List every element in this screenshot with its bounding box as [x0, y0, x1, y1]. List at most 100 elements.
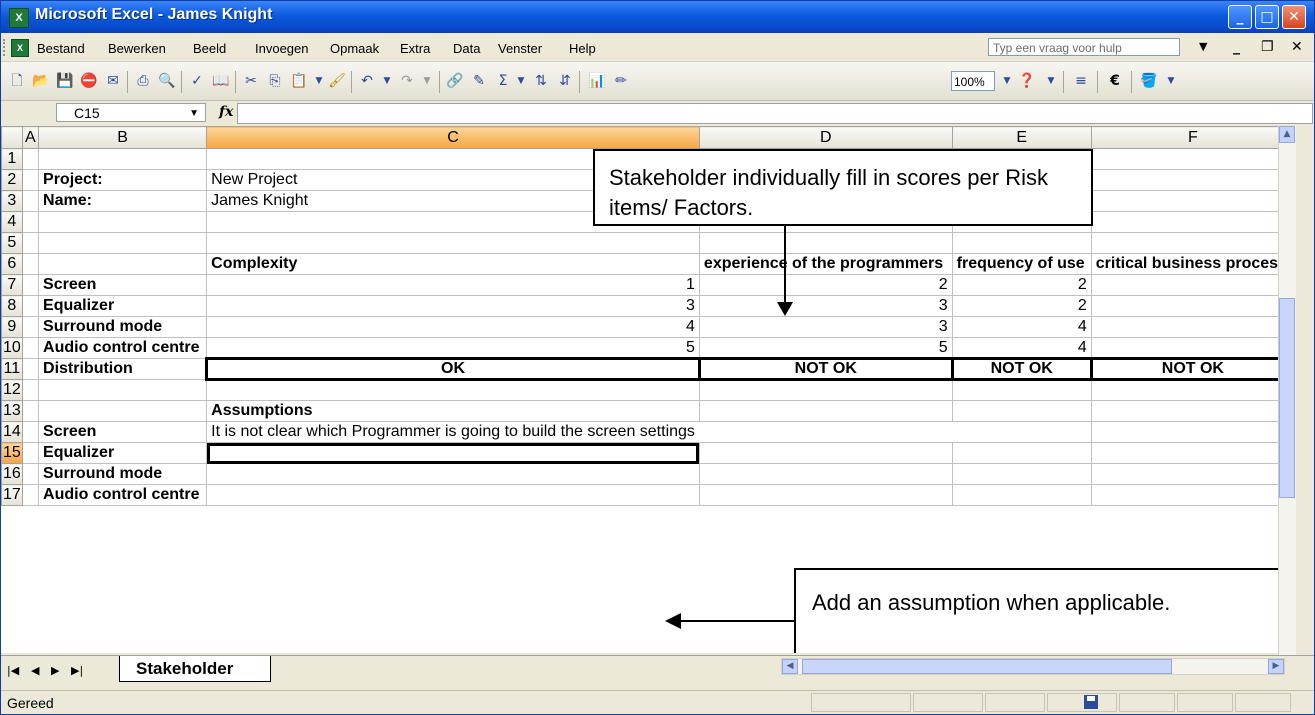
- cell[interactable]: [698, 232, 953, 254]
- cell[interactable]: [698, 400, 953, 422]
- row-header[interactable]: 11: [1, 358, 23, 380]
- autosum-dropdown-icon[interactable]: ▼: [511, 72, 531, 90]
- row-header[interactable]: 3: [1, 190, 23, 212]
- assumption-item-cell[interactable]: Surround mode: [38, 463, 208, 485]
- score-cell[interactable]: 4: [951, 337, 1092, 359]
- format-painter-icon[interactable]: 🖌: [327, 72, 347, 90]
- column-header-b[interactable]: B: [38, 126, 208, 149]
- scroll-right-button[interactable]: ▶: [1268, 659, 1284, 674]
- fill-color-icon[interactable]: 🪣: [1139, 72, 1159, 90]
- score-cell[interactable]: 5: [206, 337, 700, 359]
- row-header[interactable]: 14: [1, 421, 23, 443]
- cell[interactable]: [1090, 442, 1296, 464]
- redo-dropdown-icon[interactable]: ▼: [417, 72, 437, 90]
- distribution-cell[interactable]: NOT OK: [697, 357, 954, 381]
- menu-data[interactable]: Data: [453, 41, 480, 56]
- menu-bewerken[interactable]: Bewerken: [108, 41, 166, 56]
- cell[interactable]: [698, 463, 953, 485]
- menu-bestand[interactable]: Bestand: [37, 41, 85, 56]
- sort-desc-icon[interactable]: ⇵: [555, 72, 575, 90]
- cell[interactable]: [698, 442, 953, 464]
- cell[interactable]: [21, 400, 40, 422]
- help-search-input[interactable]: Typ een vraag voor hulp: [988, 38, 1180, 56]
- drawing-icon[interactable]: ✏: [611, 72, 631, 90]
- score-cell[interactable]: 1: [206, 274, 700, 296]
- score-cell[interactable]: 1: [1090, 274, 1296, 296]
- row-header[interactable]: 12: [1, 379, 23, 401]
- autosum-icon[interactable]: Σ: [493, 72, 513, 90]
- euro-icon[interactable]: €: [1105, 72, 1125, 90]
- score-cell[interactable]: 2: [1090, 316, 1296, 338]
- column-header-e[interactable]: E: [951, 126, 1092, 149]
- fill-color-dropdown-icon[interactable]: ▼: [1161, 72, 1181, 90]
- align-icon[interactable]: ≡: [1071, 72, 1091, 90]
- cell[interactable]: [21, 379, 40, 401]
- distribution-cell[interactable]: OK: [205, 357, 701, 381]
- column-header-d[interactable]: D: [698, 126, 953, 149]
- assumptions-header-cell[interactable]: Assumptions: [206, 400, 700, 422]
- research-icon[interactable]: 📖: [211, 72, 231, 90]
- prev-sheet-icon[interactable]: ◀: [31, 664, 39, 677]
- close-button[interactable]: ✕: [1282, 5, 1306, 29]
- cell[interactable]: [21, 316, 40, 338]
- cell[interactable]: [206, 232, 700, 254]
- column-header-f[interactable]: F: [1090, 126, 1296, 149]
- row-header[interactable]: 8: [1, 295, 23, 317]
- row-header[interactable]: 4: [1, 211, 23, 233]
- risk-item-cell[interactable]: Screen: [38, 274, 208, 296]
- open-icon[interactable]: 📂: [31, 72, 51, 90]
- excel-icon[interactable]: X: [9, 8, 29, 28]
- paste-icon[interactable]: 📋: [289, 72, 309, 90]
- cell[interactable]: [952, 421, 1092, 443]
- cell[interactable]: [951, 379, 1092, 401]
- minimize-button[interactable]: _: [1228, 5, 1252, 29]
- assumption-item-cell[interactable]: Audio control centre: [38, 484, 208, 506]
- cell[interactable]: [21, 337, 40, 359]
- doc-minimize-button[interactable]: _: [1233, 39, 1240, 55]
- cell[interactable]: [698, 379, 953, 401]
- cell[interactable]: [38, 400, 208, 422]
- cell[interactable]: [206, 484, 700, 506]
- row-header[interactable]: 2: [1, 169, 23, 191]
- score-cell[interactable]: 3: [698, 295, 953, 317]
- distribution-label-cell[interactable]: Distribution: [38, 358, 208, 380]
- worksheet-grid[interactable]: A B C D E F 1 2 Project: New Project 3 N…: [1, 126, 1296, 653]
- column-header-c[interactable]: C: [206, 126, 700, 149]
- paste-dropdown-icon[interactable]: ▼: [309, 72, 329, 90]
- cell[interactable]: [1090, 400, 1296, 422]
- name-box[interactable]: C15 ▼: [56, 103, 206, 122]
- cell[interactable]: [206, 379, 700, 401]
- cell[interactable]: [21, 211, 40, 233]
- cell[interactable]: [698, 484, 953, 506]
- factor-header-cell[interactable]: critical business process: [1090, 253, 1296, 275]
- vertical-scrollbar[interactable]: ▲: [1278, 126, 1296, 655]
- menu-opmaak[interactable]: Opmaak: [330, 41, 379, 56]
- risk-item-cell[interactable]: Equalizer: [38, 295, 208, 317]
- distribution-cell[interactable]: NOT OK: [950, 357, 1093, 381]
- score-cell[interactable]: 4: [206, 316, 700, 338]
- cell[interactable]: [1090, 169, 1296, 191]
- undo-dropdown-icon[interactable]: ▼: [377, 72, 397, 90]
- scroll-left-button[interactable]: ◀: [782, 659, 798, 674]
- cell[interactable]: [951, 463, 1092, 485]
- cell[interactable]: [21, 274, 40, 296]
- cell[interactable]: [21, 148, 40, 170]
- menu-extra[interactable]: Extra: [400, 41, 430, 56]
- cell[interactable]: [21, 421, 40, 443]
- risk-item-cell[interactable]: Audio control centre: [38, 337, 208, 359]
- risk-item-cell[interactable]: Surround mode: [38, 316, 208, 338]
- cell[interactable]: [1090, 190, 1296, 212]
- spelling-icon[interactable]: ✓: [187, 72, 207, 90]
- document-icon[interactable]: X: [11, 39, 29, 57]
- select-all-corner[interactable]: [1, 126, 23, 149]
- row-header[interactable]: 9: [1, 316, 23, 338]
- name-box-dropdown-icon[interactable]: ▼: [189, 104, 199, 123]
- email-icon[interactable]: ✉: [103, 72, 123, 90]
- assumption-item-cell[interactable]: Equalizer: [38, 442, 208, 464]
- doc-restore-button[interactable]: ❐: [1261, 39, 1274, 55]
- save-icon[interactable]: 💾: [55, 72, 75, 90]
- factor-header-cell[interactable]: Complexity: [206, 253, 700, 275]
- score-cell[interactable]: 2: [698, 274, 953, 296]
- fx-icon[interactable]: fx: [219, 104, 233, 120]
- cell[interactable]: [21, 484, 40, 506]
